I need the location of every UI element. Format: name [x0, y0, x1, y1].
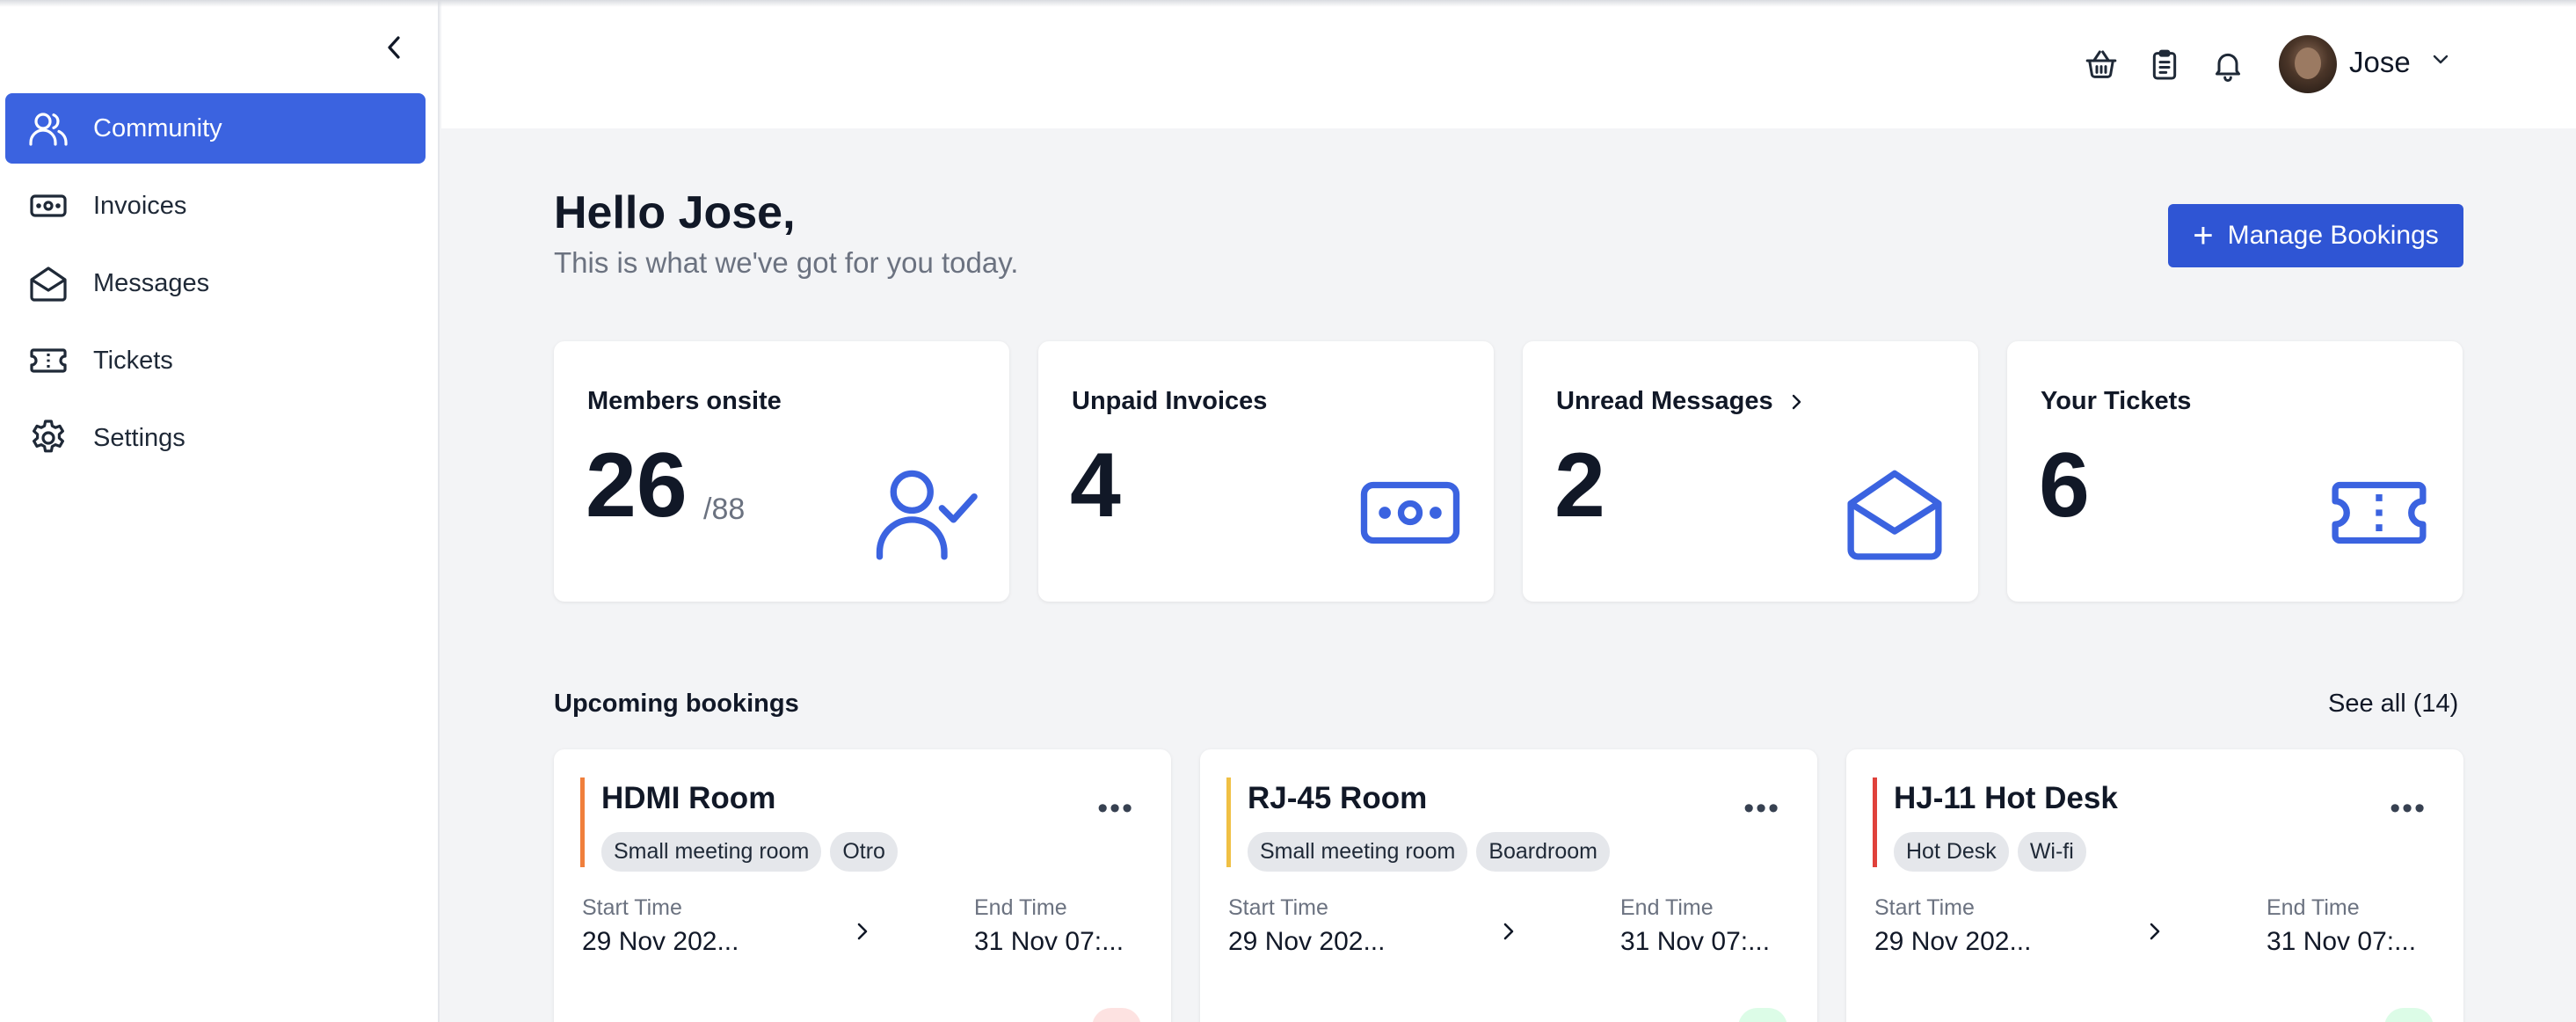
end-time-label: End Time [1620, 895, 1714, 920]
booking-card[interactable]: HJ-11 Hot Desk ••• Hot Desk Wi-fi Start … [1846, 749, 2463, 1022]
user-name[interactable]: Jose [2349, 46, 2411, 79]
envelope-open-icon [1837, 456, 1952, 570]
manage-bookings-button[interactable]: + Manage Bookings [2168, 204, 2463, 267]
sidebar: Community Invoices Messages Tickets Sett… [0, 0, 440, 1022]
gear-icon [26, 416, 70, 460]
start-time-label: Start Time [1228, 895, 1328, 920]
end-time-value: 31 Nov 07:... [1620, 927, 1771, 956]
accent-bar [1226, 777, 1231, 867]
page-subtitle: This is what we've got for you today. [554, 246, 1019, 279]
ticket-icon [2322, 456, 2436, 570]
more-options-icon[interactable]: ••• [2390, 793, 2427, 823]
banknote-icon [26, 184, 70, 228]
stat-label: Unpaid Invoices [1072, 387, 1268, 415]
stat-card-tickets[interactable]: Your Tickets 6 [2007, 341, 2463, 602]
chevron-left-icon [388, 36, 400, 59]
sidebar-item-label: Settings [93, 423, 186, 452]
clipboard-icon[interactable] [2143, 44, 2186, 86]
booking-card[interactable]: RJ-45 Room ••• Small meeting room Boardr… [1200, 749, 1817, 1022]
sidebar-item-label: Community [93, 113, 222, 142]
ticket-icon [26, 339, 70, 383]
tag: Small meeting room [1248, 832, 1468, 872]
top-shadow [0, 0, 2576, 7]
status-badge [2384, 1008, 2434, 1022]
bell-icon[interactable] [2207, 44, 2249, 86]
tag-list: Hot Desk Wi-fi [1894, 832, 2095, 872]
stat-label: Unread Messages [1556, 387, 1807, 416]
sidebar-item-messages[interactable]: Messages [5, 248, 426, 318]
end-time-label: End Time [974, 895, 1067, 920]
tag-list: Small meeting room Boardroom [1248, 832, 1619, 872]
end-time-value: 31 Nov 07:... [974, 927, 1124, 956]
stat-value: 2 [1554, 434, 1605, 537]
sidebar-item-settings[interactable]: Settings [5, 403, 426, 473]
start-time-value: 29 Nov 202... [1874, 927, 2032, 956]
basket-icon[interactable] [2080, 44, 2122, 86]
sidebar-item-label: Messages [93, 268, 210, 297]
booking-name: HJ-11 Hot Desk [1894, 781, 2118, 815]
see-all-link[interactable]: See all (14) [2328, 690, 2458, 719]
chevron-right-icon [853, 918, 872, 949]
stat-total: /88 [703, 493, 746, 526]
end-time-label: End Time [2267, 895, 2360, 920]
start-time-label: Start Time [1874, 895, 1975, 920]
sidebar-item-invoices[interactable]: Invoices [5, 171, 426, 241]
stat-value: 4 [1070, 434, 1121, 537]
user-check-icon [869, 456, 983, 570]
collapse-sidebar-button[interactable] [380, 32, 408, 63]
users-icon [26, 106, 70, 150]
avatar[interactable] [2279, 35, 2337, 93]
chevron-right-icon [1792, 394, 1801, 409]
accent-bar [580, 777, 585, 867]
top-header [441, 0, 2576, 128]
booking-name: RJ-45 Room [1248, 781, 1428, 815]
stat-card-members[interactable]: Members onsite 26 /88 [554, 341, 1009, 602]
tag: Wi-fi [2017, 832, 2086, 872]
end-time-value: 31 Nov 07:... [2267, 927, 2417, 956]
stat-card-messages[interactable]: Unread Messages 2 [1523, 341, 1978, 602]
stat-label: Members onsite [587, 387, 782, 415]
status-badge [1092, 1008, 1141, 1022]
start-time-value: 29 Nov 202... [1228, 927, 1386, 956]
envelope-open-icon [26, 261, 70, 305]
tag: Hot Desk [1894, 832, 2009, 872]
booking-card[interactable]: HDMI Room ••• Small meeting room Otro St… [554, 749, 1171, 1022]
stat-value: 26 [586, 434, 688, 537]
chevron-down-icon[interactable] [2430, 51, 2451, 73]
tag: Small meeting room [601, 832, 822, 872]
banknote-icon [1353, 456, 1467, 570]
accent-bar [1873, 777, 1877, 867]
stat-value: 6 [2039, 434, 2090, 537]
start-time-value: 29 Nov 202... [582, 927, 739, 956]
stat-label-text: Unread Messages [1556, 387, 1773, 415]
section-title: Upcoming bookings [554, 690, 799, 718]
more-options-icon[interactable]: ••• [1743, 793, 1780, 823]
booking-name: HDMI Room [601, 781, 776, 815]
sidebar-item-label: Tickets [93, 346, 173, 375]
more-options-icon[interactable]: ••• [1097, 793, 1134, 823]
stat-label: Your Tickets [2041, 387, 2192, 415]
chevron-right-icon [1499, 918, 1518, 949]
start-time-label: Start Time [582, 895, 682, 920]
tag-list: Small meeting room Otro [601, 832, 906, 872]
manage-bookings-label: Manage Bookings [2227, 221, 2439, 250]
chevron-right-icon [2145, 918, 2165, 949]
plus-icon: + [2193, 216, 2214, 255]
sidebar-item-tickets[interactable]: Tickets [5, 325, 426, 396]
sidebar-item-label: Invoices [93, 191, 187, 220]
tag: Boardroom [1476, 832, 1610, 872]
page-title: Hello Jose, [554, 187, 796, 238]
sidebar-nav: Community Invoices Messages Tickets Sett… [5, 93, 426, 480]
status-badge [1738, 1008, 1787, 1022]
sidebar-item-community[interactable]: Community [5, 93, 426, 164]
stat-card-invoices[interactable]: Unpaid Invoices 4 [1038, 341, 1494, 602]
tag: Otro [830, 832, 898, 872]
